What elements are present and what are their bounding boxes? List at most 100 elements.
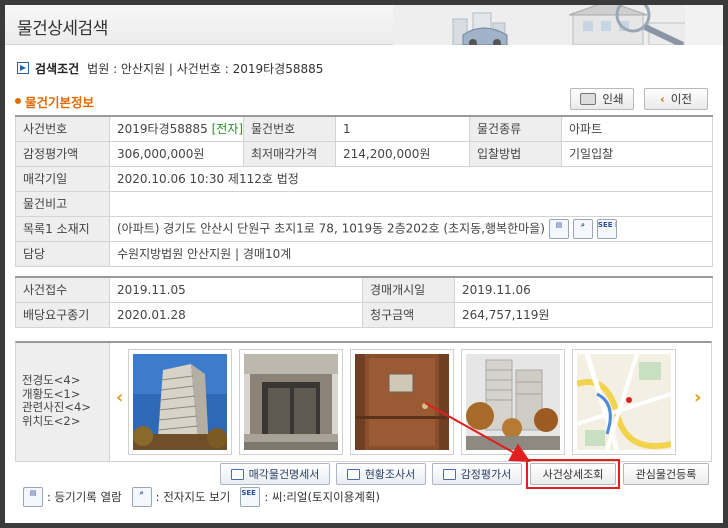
item-type-value: 아파트 — [561, 115, 713, 142]
sale-date-label: 매각기일 — [15, 165, 110, 192]
claim-value: 264,757,119원 — [454, 301, 713, 328]
entrance-photo — [244, 354, 338, 450]
deadline-label: 배당요구종기 — [15, 301, 110, 328]
page-header: 물건상세검색 — [5, 5, 723, 45]
basic-info-table: 사건번호 2019타경58885 [전자] 물건번호 1 물건종류 아파트 감정… — [15, 115, 713, 267]
search-condition-label: 검색조건 — [35, 61, 80, 76]
legend-registry-text: : 등기기록 열람 — [47, 490, 122, 504]
legend-seereal-text: : 씨:리얼(토지이용계획) — [264, 490, 380, 504]
table-row: 사건접수 2019.11.05 경매개시일 2019.11.06 — [15, 276, 713, 303]
document-icon — [346, 468, 360, 480]
case-no-label: 사건번호 — [15, 115, 110, 142]
received-label: 사건접수 — [15, 276, 110, 303]
seereal-icon[interactable]: SEE REAL — [596, 218, 617, 239]
chevron-right-icon: ▶ — [17, 62, 29, 74]
photo-label-exterior[interactable]: 전경도<4> — [22, 373, 109, 388]
location-map-photo — [577, 354, 671, 450]
legend-seereal: SEE REAL : 씨:리얼(토지이용계획) — [240, 487, 380, 507]
section-title: 물건기본정보 — [15, 93, 95, 110]
photo-thumbnail[interactable] — [350, 349, 454, 455]
page-frame: 물건상세검색 ▶ 검색조건 법원 : 안산지원 | 사건번호 : 2019타경5… — [5, 5, 723, 523]
search-condition-text: 법원 : 안산지원 | 사건번호 : 2019타경58885 — [87, 61, 324, 76]
bullet-icon — [15, 98, 21, 104]
search-condition: ▶ 검색조건 법원 : 안산지원 | 사건번호 : 2019타경58885 — [17, 59, 323, 77]
photo-label-location[interactable]: 위치도<2> — [22, 414, 109, 429]
table-row: 물건비고 — [15, 190, 713, 217]
case-no-cell: 2019타경58885 [전자] — [109, 115, 244, 142]
carousel-next-icon[interactable]: › — [694, 387, 701, 408]
seereal-icon: SEE REAL — [240, 487, 261, 507]
address-label: 목록1 소재지 — [15, 215, 110, 242]
table-row: 목록1 소재지 (아파트) 경기도 안산시 단원구 초지1로 78, 1019동… — [15, 215, 713, 242]
document-icon — [230, 468, 244, 480]
received-value: 2019.11.05 — [109, 276, 363, 303]
charge-value: 수원지방법원 안산지원 | 경매10계 — [109, 240, 713, 267]
prev-button[interactable]: ‹ 이전 — [644, 88, 708, 110]
appraisal-report-label: 감정평가서 — [460, 468, 512, 481]
sale-statement-button[interactable]: 매각물건명세서 — [220, 463, 330, 485]
legend-map: ⌕ : 전자지도 보기 — [131, 487, 231, 507]
section-title-text: 물건기본정보 — [25, 94, 95, 110]
photo-label-overview[interactable]: 개황도<1> — [22, 387, 109, 402]
appraisal-value: 306,000,000원 — [109, 140, 244, 167]
charge-label: 담당 — [15, 240, 110, 267]
deadline-value: 2020.01.28 — [109, 301, 363, 328]
chevron-left-icon: ‹ — [660, 92, 665, 106]
table-row: 담당 수원지방법원 안산지원 | 경매10계 — [15, 240, 713, 267]
document-icon — [442, 468, 456, 480]
photo-section: 전경도<4> 개황도<1> 관련사진<4> 위치도<2> ‹ › — [15, 341, 712, 462]
register-interest-button[interactable]: 관심물건등록 — [623, 463, 709, 485]
min-price-label: 최저매각가격 — [243, 140, 336, 167]
photo-labels: 전경도<4> 개황도<1> 관련사진<4> 위치도<2> — [16, 343, 110, 461]
auction-start-label: 경매개시일 — [362, 276, 455, 303]
table-row: 매각기일 2020.10.06 10:30 제112호 법정 — [15, 165, 713, 192]
table-row: 사건번호 2019타경58885 [전자] 물건번호 1 물건종류 아파트 — [15, 115, 713, 142]
appraisal-label: 감정평가액 — [15, 140, 110, 167]
sale-date-value: 2020.10.06 10:30 제112호 법정 — [109, 165, 713, 192]
item-type-label: 물건종류 — [469, 115, 562, 142]
registry-icon[interactable]: ▤ — [548, 218, 569, 239]
address-value: (아파트) 경기도 안산시 단원구 초지1로 78, 1019동 2층202호 … — [117, 221, 545, 235]
photo-thumbnail[interactable] — [239, 349, 343, 455]
photo-thumbnail[interactable] — [572, 349, 676, 455]
case-detail-button[interactable]: 사건상세조회 — [530, 463, 616, 485]
carousel-prev-icon[interactable]: ‹ — [116, 387, 123, 408]
item-no-value: 1 — [335, 115, 470, 142]
legend-map-text: : 전자지도 보기 — [155, 490, 231, 504]
electronic-tag: [전자] — [211, 122, 244, 137]
claim-label: 청구금액 — [362, 301, 455, 328]
print-button-label: 인쇄 — [602, 92, 624, 106]
door-photo — [355, 354, 449, 450]
apartment-exterior-photo — [133, 354, 227, 450]
table-row: 배당요구종기 2020.01.28 청구금액 264,757,119원 — [15, 301, 713, 328]
prev-button-label: 이전 — [670, 92, 692, 106]
complex-photo — [466, 354, 560, 450]
auction-start-value: 2019.11.06 — [454, 276, 713, 303]
status-report-button[interactable]: 현황조사서 — [336, 463, 426, 485]
case-detail-label: 사건상세조회 — [542, 468, 604, 481]
item-no-label: 물건번호 — [243, 115, 336, 142]
page-title: 물건상세검색 — [17, 19, 108, 39]
table-row: 감정평가액 306,000,000원 최저매각가격 214,200,000원 입… — [15, 140, 713, 167]
remarks-label: 물건비고 — [15, 190, 110, 217]
address-cell: (아파트) 경기도 안산시 단원구 초지1로 78, 1019동 2층202호 … — [109, 215, 713, 242]
map-search-icon: ⌕ — [131, 487, 152, 507]
case-info-table: 사건접수 2019.11.05 경매개시일 2019.11.06 배당요구종기 … — [15, 276, 713, 328]
map-search-icon[interactable]: ⌕ — [572, 218, 593, 239]
appraisal-report-button[interactable]: 감정평가서 — [432, 463, 522, 485]
photo-label-related[interactable]: 관련사진<4> — [22, 400, 109, 415]
sale-statement-label: 매각물건명세서 — [248, 468, 320, 481]
case-no-value: 2019타경58885 — [117, 122, 208, 137]
icon-legend: ▤ : 등기기록 열람 ⌕ : 전자지도 보기 SEE REAL : 씨:리얼(… — [23, 487, 390, 507]
registry-icon: ▤ — [23, 487, 43, 507]
register-interest-label: 관심물건등록 — [635, 468, 697, 481]
remarks-value — [109, 190, 713, 217]
bid-method-value: 기일입찰 — [561, 140, 713, 167]
photo-thumbnail[interactable] — [128, 349, 232, 455]
photo-thumbnail[interactable] — [461, 349, 565, 455]
printer-icon — [580, 93, 597, 105]
header-illustration — [393, 5, 723, 45]
print-button[interactable]: 인쇄 — [570, 88, 634, 110]
min-price-value: 214,200,000원 — [335, 140, 470, 167]
status-report-label: 현황조사서 — [364, 468, 416, 481]
